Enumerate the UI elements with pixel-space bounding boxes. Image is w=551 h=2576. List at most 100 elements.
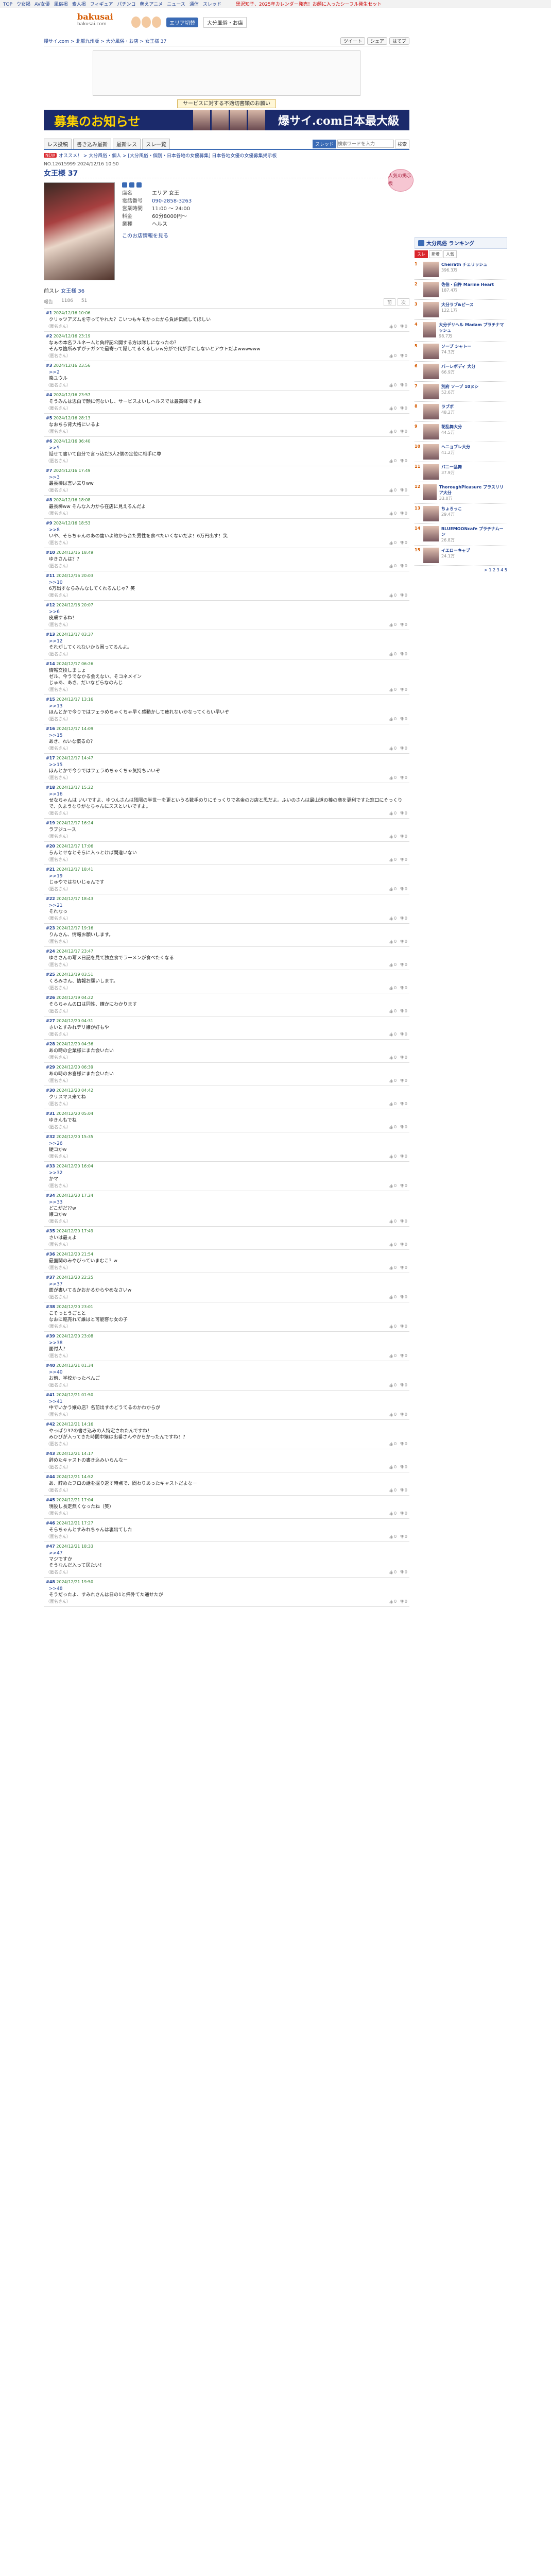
upvote-button[interactable]: 0 [389,716,397,722]
next-page-button[interactable]: 次 [397,298,409,306]
ranking-item[interactable]: 13 ちょろっこ 29.4万 [415,504,507,524]
post-number[interactable]: #42 [46,1422,55,1427]
tab-post-reply[interactable]: レス投稿 [44,139,72,149]
upvote-button[interactable]: 0 [389,1265,397,1271]
post-number[interactable]: #29 [46,1065,55,1070]
ranking-item[interactable]: 4 大分デリヘル Madam プラチナマッシュ 98.7万 [415,320,507,342]
post-number[interactable]: #23 [46,926,55,930]
topbar-link[interactable]: ウ女掲 [16,2,30,7]
upvote-button[interactable]: 0 [389,651,397,657]
downvote-button[interactable]: 0 [400,1183,407,1189]
downvote-button[interactable]: 0 [400,985,407,991]
rank-shop-name[interactable]: 佐伯・臼杵 Marine Heart [441,282,494,287]
downvote-button[interactable]: 0 [400,1511,407,1517]
rank-shop-name[interactable]: 大分デリヘル Madam プラチナマッシュ [439,322,507,333]
downvote-button[interactable]: 0 [400,1464,407,1470]
reply-anchor[interactable]: >>8 [49,528,60,533]
downvote-button[interactable]: 0 [400,1101,407,1107]
post-number[interactable]: #27 [46,1019,55,1023]
downvote-button[interactable]: 0 [400,1353,407,1359]
topbar-link[interactable]: スレッド [203,2,221,7]
rank-shop-name[interactable]: BLUEMOONcafe プラチナムーン [441,526,507,537]
topbar-link[interactable]: パチンコ [117,2,135,7]
post-number[interactable]: #37 [46,1275,55,1280]
ranking-item[interactable]: 5 ソープ シャトー 74.3万 [415,342,507,362]
upvote-button[interactable]: 0 [389,834,397,840]
post-number[interactable]: #19 [46,821,55,825]
downvote-button[interactable]: 0 [400,1534,407,1540]
upvote-button[interactable]: 0 [389,1078,397,1084]
rank-shop-name[interactable]: バニー乱舞 [441,464,462,470]
reply-anchor[interactable]: >>6 [49,609,60,615]
downvote-button[interactable]: 0 [400,622,407,628]
upvote-button[interactable]: 0 [389,1294,397,1300]
upvote-button[interactable]: 0 [389,886,397,892]
search-scope-select[interactable]: スレッド [312,139,336,148]
post-number[interactable]: #6 [46,439,52,444]
reply-anchor[interactable]: >>12 [49,639,63,644]
reply-anchor[interactable]: >>15 [49,762,63,768]
downvote-button[interactable]: 0 [400,687,407,693]
upvote-button[interactable]: 0 [389,429,397,435]
downvote-button[interactable]: 0 [400,592,407,599]
post-number[interactable]: #38 [46,1304,55,1309]
downvote-button[interactable]: 0 [400,511,407,517]
ranking-item[interactable]: 6 バーレボディ 大分 66.9万 [415,362,507,382]
downvote-button[interactable]: 0 [400,324,407,330]
upvote-button[interactable]: 0 [389,687,397,693]
upvote-button[interactable]: 0 [389,563,397,569]
rank-shop-name[interactable]: 花乱舞大分 [441,424,462,430]
ranking-item[interactable]: 12 ThoroughPleasure プラスリリア大分 33.0万 [415,482,507,504]
post-number[interactable]: #9 [46,521,52,526]
downvote-button[interactable]: 0 [400,886,407,892]
ranking-item[interactable]: 14 BLUEMOONcafe プラチナムーン 26.8万 [415,524,507,546]
post-number[interactable]: #1 [46,311,52,315]
area-switch-button[interactable]: エリア切替 [166,17,198,27]
ranking-tab[interactable]: 新着 [429,250,442,258]
downvote-button[interactable]: 0 [400,1008,407,1014]
reply-anchor[interactable]: >>26 [49,1141,63,1146]
downvote-button[interactable]: 0 [400,1031,407,1038]
post-number[interactable]: #36 [46,1252,55,1257]
downvote-button[interactable]: 0 [400,939,407,945]
downvote-button[interactable]: 0 [400,810,407,817]
topbar-link[interactable]: 風俗掲 [54,2,68,7]
downvote-button[interactable]: 0 [400,1412,407,1418]
topbar-link[interactable]: 萌えアニメ [140,2,163,7]
ad-slot[interactable] [93,50,360,96]
reply-anchor[interactable]: >>21 [49,903,63,908]
reply-anchor[interactable]: >>38 [49,1341,63,1346]
post-number[interactable]: #48 [46,1580,55,1584]
reply-anchor[interactable]: >>37 [49,1282,63,1287]
upvote-button[interactable]: 0 [389,592,397,599]
rank-shop-name[interactable]: 大分ラブ&ピース [441,302,474,308]
downvote-button[interactable]: 0 [400,487,407,494]
post-number[interactable]: #28 [46,1042,55,1046]
downvote-button[interactable]: 0 [400,775,407,781]
downvote-button[interactable]: 0 [400,651,407,657]
shop-phone[interactable]: 090-2858-3263 [152,197,192,205]
share-button[interactable]: はてブ [389,37,409,45]
downvote-button[interactable]: 0 [400,716,407,722]
rank-shop-name[interactable]: Cheirath チェリッシュ [441,262,487,267]
post-number[interactable]: #12 [46,603,55,607]
ranking-item[interactable]: 3 大分ラブ&ピース 122.1万 [415,300,507,320]
prev-page-button[interactable]: 前 [383,298,395,306]
ranking-tab[interactable]: スレ [415,250,428,258]
search-input[interactable] [337,139,394,148]
downvote-button[interactable]: 0 [400,1294,407,1300]
downvote-button[interactable]: 0 [400,745,407,752]
post-number[interactable]: #11 [46,573,55,578]
reply-anchor[interactable]: >>5 [49,446,60,451]
reply-anchor[interactable]: >>13 [49,704,63,709]
downvote-button[interactable]: 0 [400,563,407,569]
ranking-item[interactable]: 11 バニー乱舞 37.9万 [415,462,507,482]
site-logo[interactable]: bakusai bakusai.com [77,12,126,32]
upvote-button[interactable]: 0 [389,1055,397,1061]
downvote-button[interactable]: 0 [400,458,407,464]
upvote-button[interactable]: 0 [389,1464,397,1470]
reply-anchor[interactable]: >>15 [49,733,63,738]
tab-latest-writes[interactable]: 書き込み最新 [73,139,111,149]
upvote-button[interactable]: 0 [389,939,397,945]
post-number[interactable]: #8 [46,498,52,502]
